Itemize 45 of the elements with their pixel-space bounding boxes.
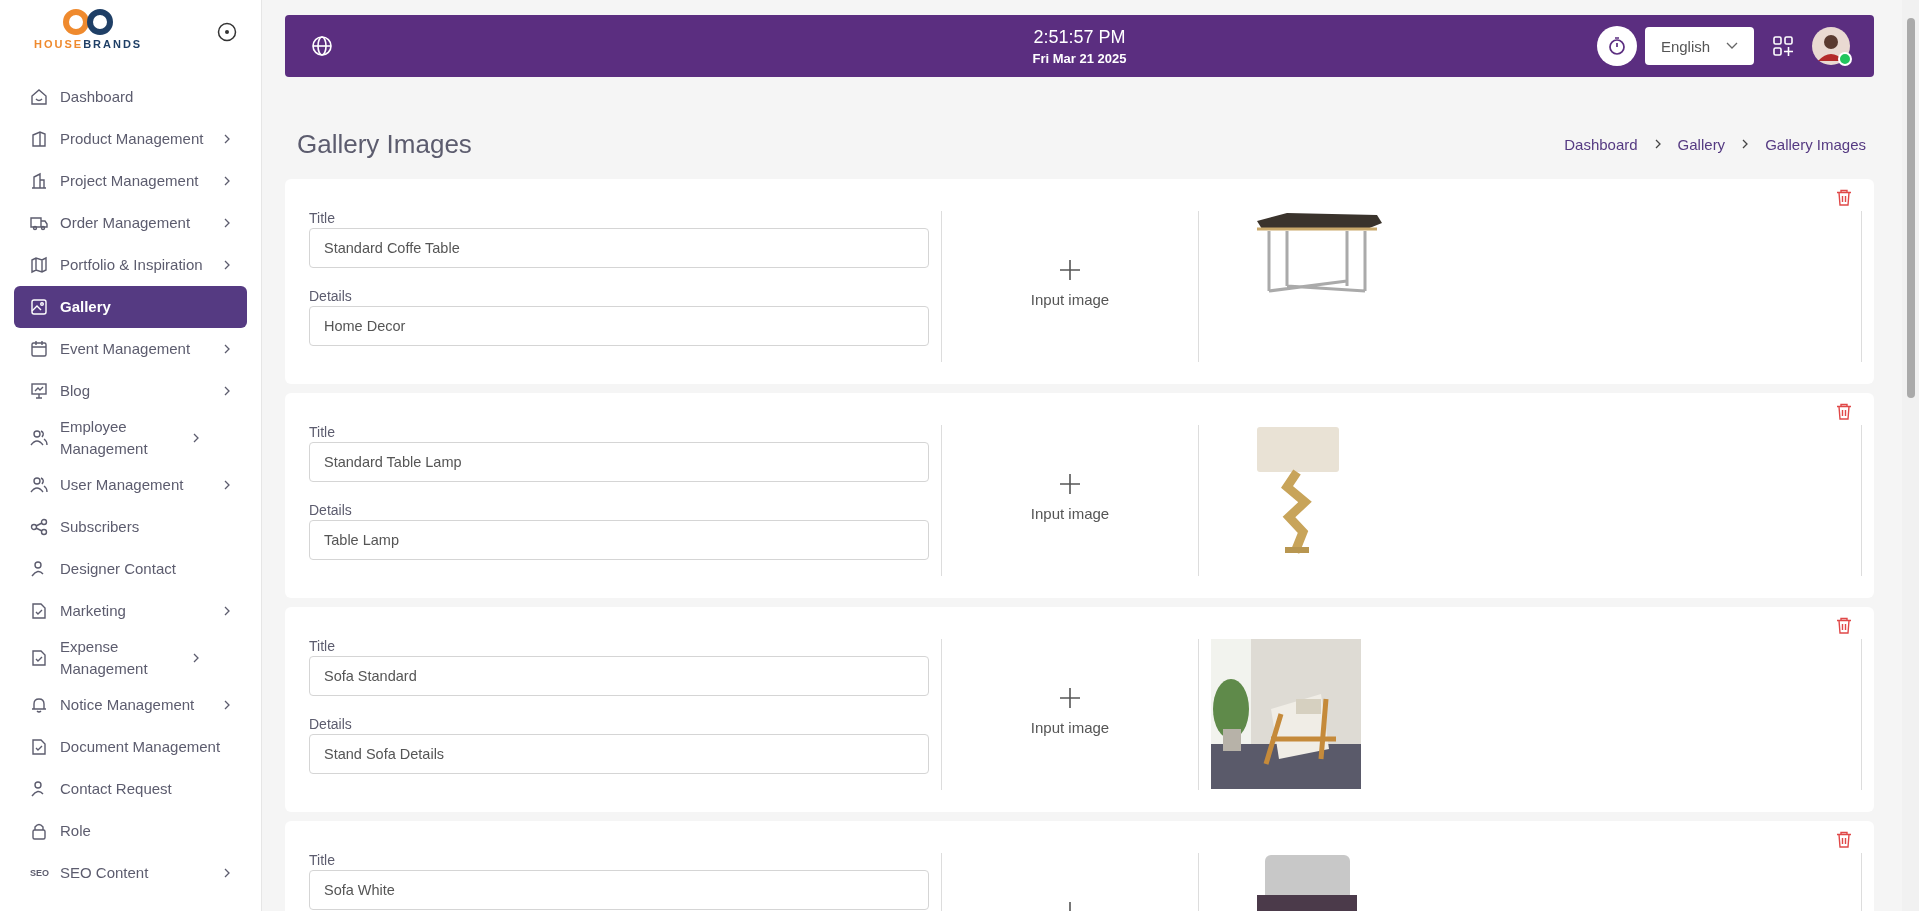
breadcrumb-link[interactable]: Gallery Images [1765,135,1866,153]
input-field[interactable]: Stand Sofa Details [309,734,929,774]
clock-time: 2:51:57 PM [1033,26,1126,48]
input-field[interactable]: Sofa White [309,870,929,910]
sidebar-item[interactable]: Event Management [14,328,247,370]
sidebar-item[interactable]: Portfolio & Inspiration [14,244,247,286]
sidebar-item[interactable]: Order Management [14,202,247,244]
sidebar-item[interactable]: Gallery [14,286,247,328]
field-label: Title [309,210,336,226]
sidebar-item[interactable]: Dashboard [14,76,247,118]
language-select[interactable]: English [1645,27,1754,65]
input-field[interactable]: Standard Coffe Table [309,228,929,268]
field-label: Details [309,288,353,304]
sidebar-item[interactable]: Expense Management [14,632,247,684]
sidebar-item[interactable]: Subscribers [14,506,247,548]
sidebar-item[interactable]: Product Management [14,118,247,160]
input-field[interactable]: Home Decor [309,306,929,346]
sidebar-item[interactable]: SEO SEO Content [14,852,247,894]
field-label: Details [309,502,353,518]
page-title: Gallery Images [297,128,472,160]
input-field[interactable]: Standard Table Lamp [309,442,929,482]
upload-label: Input image [1030,505,1110,522]
seo-icon: SEO [30,868,48,878]
sidebar-item[interactable]: User Management [14,464,247,506]
input-field[interactable]: Sofa Standard [309,656,929,696]
clock-date: Fri Mar 21 2025 [1032,50,1127,66]
sidebar-item[interactable]: Marketing [14,590,247,632]
sidebar-item[interactable]: Blog [14,370,247,412]
field-label: Title [309,852,336,868]
breadcrumb-link[interactable]: Gallery [1677,135,1726,153]
sidebar-item[interactable]: Role [14,810,247,852]
logo-text: HOUSE BRANDS [34,38,143,50]
sidebar-item[interactable]: Document Management [14,726,247,768]
field-label: Title [309,638,336,654]
sidebar-item[interactable]: Designer Contact [14,548,247,590]
upload-label: Input image [1030,291,1110,308]
breadcrumb-link[interactable]: Dashboard [1564,135,1638,153]
field-label: Title [309,424,336,440]
sidebar-item[interactable]: Notice Management [14,684,247,726]
sidebar-item[interactable]: Contact Request [14,768,247,810]
upload-label: Input image [1030,719,1110,736]
input-field[interactable]: Table Lamp [309,520,929,560]
sidebar-item[interactable]: Employee Management [14,412,247,464]
sidebar-item[interactable]: Project Management [14,160,247,202]
field-label: Details [309,716,353,732]
